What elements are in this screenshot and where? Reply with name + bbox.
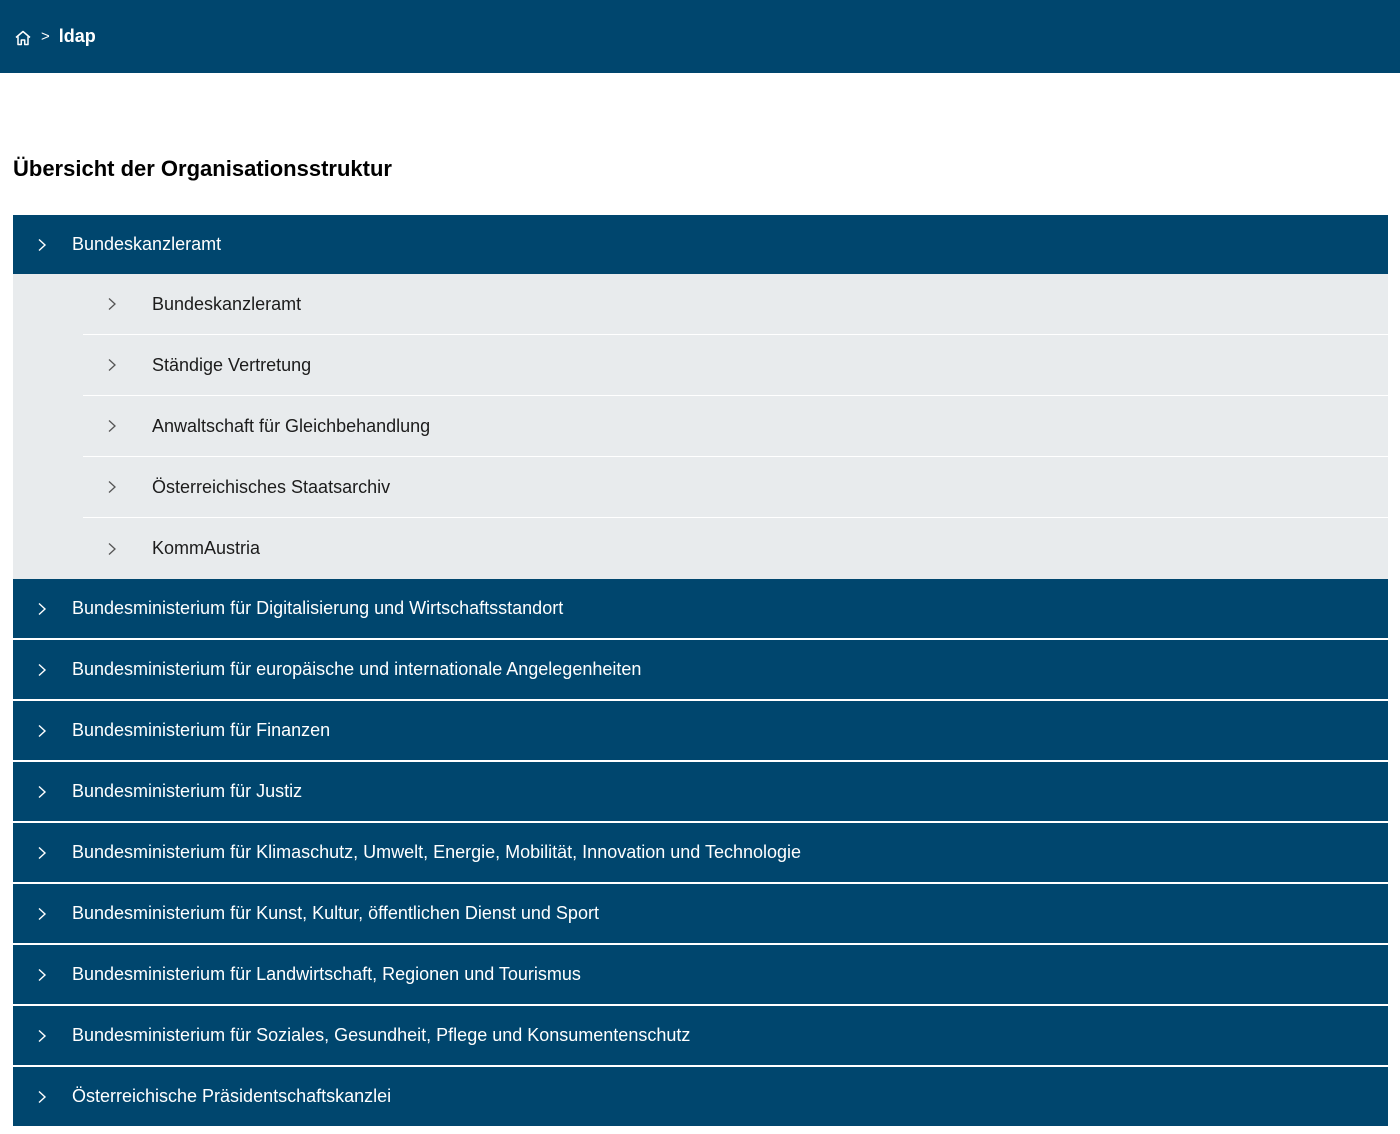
tree-child-label: Ständige Vertretung — [152, 354, 312, 375]
tree-item-label: Bundesministerium für Digitalisierung un… — [72, 598, 564, 618]
tree-child-label: KommAustria — [152, 538, 261, 558]
tree-item-label: Bundeskanzleramt — [72, 234, 222, 254]
tree-child-item[interactable]: Bundeskanzleramt — [83, 274, 1388, 335]
tree-item[interactable]: Bundesministerium für Klimaschutz, Umwel… — [13, 823, 1388, 882]
tree-item-label: Österreichische Präsidentschaftskanzlei — [72, 1086, 392, 1106]
chevron-right-icon — [35, 968, 49, 982]
tree-item[interactable]: Bundesministerium für Justiz — [13, 762, 1388, 821]
tree-child-item[interactable]: Ständige Vertretung — [83, 335, 1388, 396]
home-icon[interactable] — [13, 28, 33, 48]
chevron-right-icon — [35, 846, 49, 860]
chevron-right-icon — [35, 724, 49, 738]
tree-item[interactable]: Bundesministerium für Landwirtschaft, Re… — [13, 945, 1388, 1004]
tree-item-label: Bundesministerium für europäische und in… — [72, 659, 642, 679]
tree-item[interactable]: Österreichische Präsidentschaftskanzlei — [13, 1067, 1388, 1126]
chevron-right-icon — [105, 419, 119, 433]
chevron-right-icon — [105, 297, 119, 311]
chevron-right-icon — [35, 785, 49, 799]
chevron-right-icon — [35, 1029, 49, 1043]
tree-child-item[interactable]: KommAustria — [83, 518, 1388, 579]
top-bar: > ldap — [0, 0, 1400, 73]
tree-item[interactable]: Bundesministerium für Digitalisierung un… — [13, 579, 1388, 638]
chevron-right-icon — [35, 238, 49, 252]
chevron-right-icon — [35, 602, 49, 616]
chevron-right-icon — [105, 480, 119, 494]
tree-item[interactable]: Bundesministerium für Finanzen — [13, 701, 1388, 760]
tree-item-expanded[interactable]: Bundeskanzleramt — [13, 215, 1388, 274]
tree-child-label: Anwaltschaft für Gleichbehandlung — [152, 415, 431, 436]
breadcrumb-separator: > — [41, 28, 50, 45]
chevron-right-icon — [35, 1090, 49, 1104]
tree-item[interactable]: Bundesministerium für europäische und in… — [13, 640, 1388, 699]
tree-item-label: Bundesministerium für Justiz — [72, 781, 303, 801]
tree-child-item[interactable]: Anwaltschaft für Gleichbehandlung — [83, 396, 1388, 457]
org-tree: Bundeskanzleramt Bundeskanzleramt Ständi… — [13, 215, 1388, 1128]
breadcrumb-current: ldap — [58, 26, 96, 46]
tree-item-label: Bundesministerium für Finanzen — [72, 720, 331, 740]
chevron-right-icon — [105, 542, 119, 556]
tree-item[interactable]: Bundesministerium für Soziales, Gesundhe… — [13, 1006, 1388, 1065]
tree-item-label: Bundesministerium für Klimaschutz, Umwel… — [72, 842, 802, 862]
tree-item-label: Bundesministerium für Landwirtschaft, Re… — [72, 964, 581, 984]
tree-item-label: Bundesministerium für Kunst, Kultur, öff… — [72, 903, 599, 923]
tree-item-label: Bundesministerium für Soziales, Gesundhe… — [72, 1025, 691, 1045]
tree-item[interactable]: Bundesministerium für Kunst, Kultur, öff… — [13, 884, 1388, 943]
tree-top-items: Bundesministerium für Digitalisierung un… — [13, 579, 1388, 1126]
chevron-right-icon — [35, 907, 49, 921]
page-title: Übersicht der Organisationsstruktur — [13, 156, 392, 181]
tree-children: Bundeskanzleramt Ständige Vertretung Anw… — [13, 274, 1388, 579]
tree-child-label: Bundeskanzleramt — [152, 293, 302, 314]
chevron-right-icon — [105, 358, 119, 372]
chevron-right-icon — [35, 663, 49, 677]
tree-child-label: Österreichisches Staatsarchiv — [152, 476, 391, 497]
tree-child-item[interactable]: Österreichisches Staatsarchiv — [83, 457, 1388, 518]
